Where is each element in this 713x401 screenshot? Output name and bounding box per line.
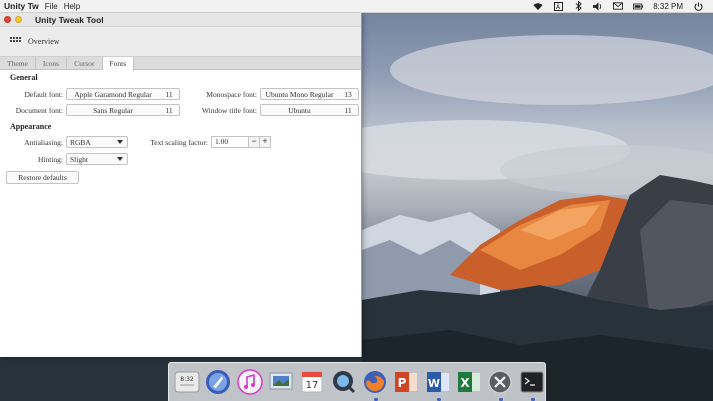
dock-calendar[interactable]: 17	[299, 368, 325, 396]
window-title-font-label: Window title font:	[201, 105, 257, 115]
dock-terminal[interactable]	[519, 368, 545, 401]
tab-cursor[interactable]: Cursor	[67, 57, 103, 70]
clock-icon: 8:32	[174, 371, 200, 393]
keyboard-layout-icon[interactable]: Ä	[553, 1, 563, 11]
menu-file[interactable]: File	[39, 2, 58, 11]
document-font-button[interactable]: Sans Regular 11	[66, 104, 180, 116]
chevron-down-icon	[117, 157, 123, 161]
text-scaling-label: Text scaling factor:	[150, 137, 208, 147]
excel-icon: X	[458, 372, 481, 392]
word-icon: W	[426, 372, 449, 392]
unity-tweak-tool-window: Unity Tweak Tool Overview Theme Icons Cu…	[0, 13, 362, 357]
close-window-button[interactable]	[4, 16, 11, 23]
dock-close-app[interactable]	[487, 368, 513, 401]
overview-button[interactable]: Overview	[28, 37, 60, 46]
antialiasing-value: RGBA	[70, 137, 91, 147]
svg-text:W: W	[428, 377, 440, 390]
document-font-row: Document font: Sans Regular 11	[0, 104, 180, 116]
terminal-icon	[520, 371, 544, 393]
monospace-font-label: Monospace font:	[206, 89, 257, 99]
hinting-row: Hinting: Slight	[0, 153, 128, 165]
dock-clock[interactable]: 8:32	[174, 368, 200, 396]
calendar-icon: 17	[301, 371, 323, 393]
general-section-title: General	[10, 73, 38, 82]
svg-text:X: X	[460, 376, 470, 390]
dock-powerpoint[interactable]: P	[393, 368, 419, 396]
document-font-label: Document font:	[15, 105, 63, 115]
mail-icon[interactable]	[613, 2, 624, 11]
default-font-button[interactable]: Apple Garamond Regular 11	[66, 88, 180, 100]
tab-theme[interactable]: Theme	[0, 57, 36, 70]
chevron-down-icon	[117, 140, 123, 144]
svg-text:Ä: Ä	[556, 4, 561, 11]
battery-icon[interactable]	[633, 2, 644, 11]
powerpoint-icon: P	[395, 372, 418, 392]
tab-icons[interactable]: Icons	[36, 57, 68, 70]
power-icon[interactable]	[693, 2, 703, 11]
window-title-font-button[interactable]: Ubuntu 11	[260, 104, 359, 116]
hinting-dropdown[interactable]: Slight	[66, 153, 128, 165]
firefox-icon	[364, 371, 387, 393]
monospace-font-button[interactable]: Ubuntu Mono Regular 13	[260, 88, 359, 100]
text-scaling-input[interactable]: 1.00	[211, 136, 249, 148]
dock-quicktime[interactable]	[331, 368, 357, 396]
clock[interactable]: 8:32 PM	[653, 2, 683, 11]
window-title-font-size: 11	[344, 105, 352, 115]
volume-icon[interactable]	[593, 1, 603, 11]
text-scaling-spinbox: 1.00 − +	[211, 136, 271, 148]
window-toolbar: Overview	[0, 27, 361, 57]
monospace-font-size: 13	[344, 89, 352, 99]
default-font-row: Default font: Apple Garamond Regular 11	[0, 88, 180, 100]
default-font-label: Default font:	[24, 89, 63, 99]
monospace-font-row: Monospace font: Ubuntu Mono Regular 13	[180, 88, 359, 100]
close-app-icon	[488, 370, 513, 394]
tab-fonts[interactable]: Fonts	[102, 57, 135, 71]
wifi-icon[interactable]	[533, 2, 543, 11]
minimize-window-button[interactable]	[15, 16, 22, 23]
document-font-size: 11	[165, 105, 173, 115]
dock-word[interactable]: W	[425, 368, 451, 401]
itunes-icon	[237, 369, 263, 395]
window-titlebar[interactable]: Unity Tweak Tool	[0, 13, 361, 27]
menu-help[interactable]: Help	[58, 2, 80, 11]
text-scaling-row: Text scaling factor: 1.00 − +	[140, 136, 271, 148]
antialiasing-dropdown[interactable]: RGBA	[66, 136, 128, 148]
dock-firefox[interactable]	[362, 368, 388, 401]
calendar-day: 17	[306, 380, 319, 391]
window-title-font-name: Ubuntu	[288, 105, 311, 115]
hinting-value: Slight	[70, 154, 88, 164]
hinting-label: Hinting:	[37, 154, 63, 164]
restore-defaults-button[interactable]: Restore defaults	[6, 171, 79, 184]
tab-bar: Theme Icons Cursor Fonts	[0, 57, 361, 71]
top-menu-bar: Unity Tw File Help Ä 8:32 PM	[0, 0, 713, 13]
dock: 8:32 17 P W X	[168, 362, 546, 401]
system-tray: Ä 8:32 PM	[533, 1, 713, 11]
dock-launchpad[interactable]	[205, 368, 231, 396]
increment-button[interactable]: +	[259, 136, 271, 148]
window-title-font-row: Window title font: Ubuntu 11	[180, 104, 359, 116]
svg-text:P: P	[398, 376, 407, 390]
dock-itunes[interactable]	[237, 368, 263, 396]
default-font-name: Apple Garamond Regular	[74, 89, 152, 99]
overview-grid-icon[interactable]	[10, 36, 22, 47]
launchpad-icon	[206, 370, 231, 394]
bluetooth-icon[interactable]	[573, 1, 583, 11]
fonts-panel: General Default font: Apple Garamond Reg…	[0, 70, 361, 355]
dock-clock-text: 8:32	[180, 376, 194, 383]
dock-photos[interactable]	[268, 368, 294, 396]
active-app-name[interactable]: Unity Tw	[0, 1, 39, 11]
window-title: Unity Tweak Tool	[35, 14, 104, 25]
photos-icon	[269, 372, 293, 390]
antialiasing-label: Antialiasing:	[24, 137, 63, 147]
default-font-size: 11	[165, 89, 173, 99]
dock-excel[interactable]: X	[456, 368, 482, 396]
quicktime-icon	[332, 371, 355, 394]
monospace-font-name: Ubuntu Mono Regular	[265, 89, 334, 99]
antialiasing-row: Antialiasing: RGBA	[0, 136, 128, 148]
document-font-name: Sans Regular	[93, 105, 133, 115]
appearance-section-title: Appearance	[10, 122, 52, 131]
